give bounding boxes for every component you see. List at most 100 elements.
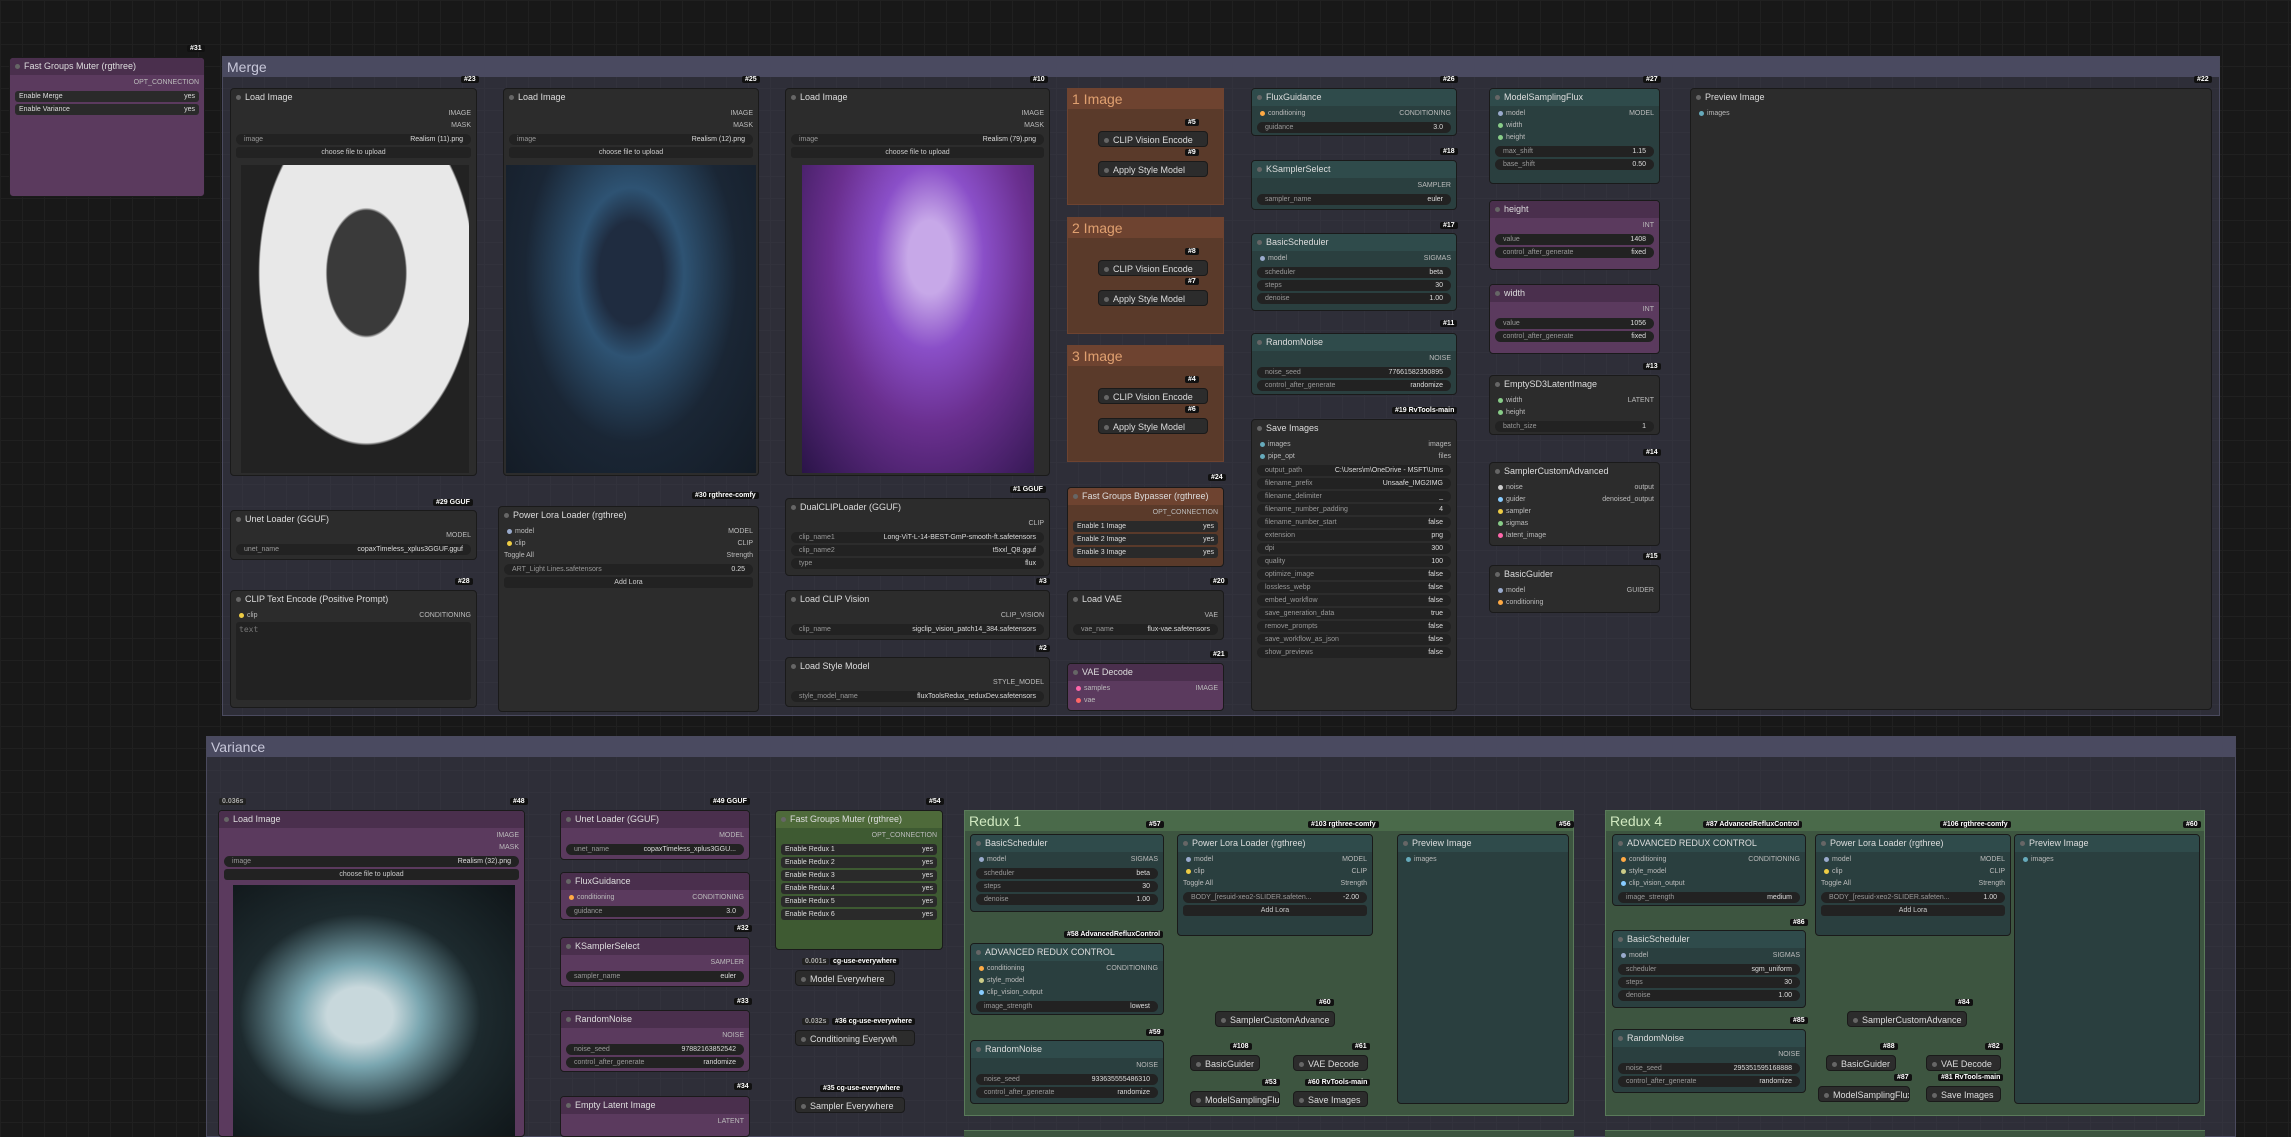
image-select[interactable]: image Realism (32).png <box>224 856 519 867</box>
control-after-generate-select[interactable]: control_after_generate randomize <box>566 1057 744 1068</box>
ksampler-select-node[interactable]: KSamplerSelect SAMPLER sampler_name euler <box>1251 160 1457 210</box>
node-title[interactable]: DualCLIPLoader (GGUF) <box>786 499 1049 516</box>
node-title[interactable]: Preview Image <box>2015 835 2199 852</box>
clip-name1-select[interactable]: clip_name1 Long-ViT-L-14-BEST-GmP-smooth-… <box>791 532 1044 543</box>
node-title[interactable]: CLIP Text Encode (Positive Prompt) <box>231 591 476 608</box>
variance-empty-latent-image-node[interactable]: Empty Latent Image LATENT <box>560 1096 750 1137</box>
group-title[interactable]: Redux 4 <box>1606 811 2204 831</box>
save-setting-row[interactable]: quality 100 <box>1257 556 1451 567</box>
node-title[interactable]: Load Image <box>219 811 524 828</box>
node-title[interactable]: BasicScheduler <box>1613 931 1805 948</box>
load-image-node-1[interactable]: Load Image IMAGE MASK image Realism (11).… <box>230 88 477 476</box>
node-title[interactable]: Load Image <box>504 89 758 106</box>
load-image-node-3[interactable]: Load Image IMAGE MASK image Realism (79).… <box>785 88 1050 476</box>
guidance-input[interactable]: guidance 3.0 <box>566 906 744 917</box>
save-setting-row[interactable]: save_workflow_as_json false <box>1257 634 1451 645</box>
group-redux-partial-left[interactable] <box>964 1130 1574 1137</box>
clip-vision-select[interactable]: clip_name sigclip_vision_patch14_384.safe… <box>791 624 1044 635</box>
toggle-enable-2-image[interactable]: Enable 2 Image yes <box>1073 534 1218 545</box>
model-everywhere-node[interactable]: Model Everywhere <box>795 970 895 986</box>
clip-text-encode-node[interactable]: CLIP Text Encode (Positive Prompt) clip C… <box>230 590 477 708</box>
scheduler-select[interactable]: scheduler beta <box>1257 267 1451 278</box>
redux1-power-lora-loader-node[interactable]: Power Lora Loader (rgthree) model MODEL c… <box>1177 834 1373 936</box>
batch-size-input[interactable]: batch_size 1 <box>1495 421 1654 432</box>
upload-button[interactable]: choose file to upload <box>224 869 519 880</box>
node-title[interactable]: BasicGuider <box>1490 566 1659 583</box>
load-style-model-node[interactable]: Load Style Model STYLE_MODEL style_model… <box>785 657 1050 707</box>
vae-name-select[interactable]: vae_name flux-vae.safetensors <box>1073 624 1218 635</box>
empty-sd3-latent-image-node[interactable]: EmptySD3LatentImage width LATENT height b… <box>1489 375 1660 435</box>
redux4-save-images-node[interactable]: Save Images <box>1926 1086 2001 1102</box>
node-title[interactable]: ModelSamplingFlux <box>1490 89 1659 106</box>
conditioning-everywhere-node[interactable]: Conditioning Everywh <box>795 1030 915 1046</box>
group-title[interactable]: Variance <box>207 737 2235 757</box>
load-vae-node[interactable]: Load VAE VAE vae_name flux-vae.safetensor… <box>1067 590 1224 640</box>
save-setting-row[interactable]: save_generation_data true <box>1257 608 1451 619</box>
redux4-preview-image-node[interactable]: Preview Image images <box>2014 834 2200 1104</box>
sampler-select[interactable]: sampler_name euler <box>566 971 744 982</box>
noise-seed-input[interactable]: noise_seed 933635555486310 <box>976 1074 1158 1085</box>
clip-vision-encode-node[interactable]: CLIP Vision Encode <box>1098 388 1208 404</box>
node-title[interactable]: ADVANCED REDUX CONTROL <box>1613 835 1805 852</box>
group-redux-partial-right[interactable] <box>1605 1130 2205 1137</box>
variance-load-image-node[interactable]: Load Image IMAGE MASK image Realism (32).… <box>218 810 525 1137</box>
load-clip-vision-node[interactable]: Load CLIP Vision CLIP_VISION clip_name si… <box>785 590 1050 640</box>
upload-button[interactable]: choose file to upload <box>236 147 471 158</box>
save-images-node[interactable]: Save Images images images pipe_opt files o… <box>1251 419 1457 711</box>
node-title[interactable]: RandomNoise <box>561 1011 749 1028</box>
redux4-advanced-redux-control-node[interactable]: ADVANCED REDUX CONTROL conditioning CONDI… <box>1612 834 1806 906</box>
node-title[interactable]: FluxGuidance <box>1252 89 1456 106</box>
basic-scheduler-node[interactable]: BasicScheduler model SIGMAS scheduler beta… <box>1251 233 1457 311</box>
image-select[interactable]: image Realism (11).png <box>236 134 471 145</box>
node-title[interactable]: KSamplerSelect <box>1252 161 1456 178</box>
node-title[interactable]: Save Images <box>1252 420 1456 437</box>
redux1-basic-guider-node[interactable]: BasicGuider <box>1190 1055 1260 1071</box>
save-setting-row[interactable]: filename_prefix Unsaafe_IMG2IMG <box>1257 478 1451 489</box>
node-title[interactable]: RandomNoise <box>1613 1030 1805 1047</box>
node-title[interactable]: BasicScheduler <box>971 835 1163 852</box>
group-1-image[interactable]: 1 Image CLIP Vision Encode Apply Style M… <box>1067 88 1224 205</box>
group-title[interactable]: Merge <box>223 57 2219 77</box>
node-title[interactable]: BasicScheduler <box>1252 234 1456 251</box>
save-setting-row[interactable]: embed_workflow false <box>1257 595 1451 606</box>
toggle-enable-redux-6[interactable]: Enable Redux 6 yes <box>781 909 937 920</box>
redux1-advanced-redux-control-node[interactable]: ADVANCED REDUX CONTROL conditioning CONDI… <box>970 943 1164 1015</box>
add-lora-button[interactable]: Add Lora <box>1183 905 1367 916</box>
node-title[interactable]: Unet Loader (GGUF) <box>561 811 749 828</box>
group-3-image[interactable]: 3 Image CLIP Vision Encode Apply Style M… <box>1067 345 1224 462</box>
unet-loader-node[interactable]: Unet Loader (GGUF) MODEL unet_name copaxT… <box>230 510 477 560</box>
node-title[interactable]: Empty Latent Image <box>561 1097 749 1114</box>
noise-seed-input[interactable]: noise_seed 295351595168888 <box>1618 1063 1800 1074</box>
redux1-model-sampling-flux-node[interactable]: ModelSamplingFlux <box>1190 1091 1280 1107</box>
scheduler-select[interactable]: scheduler beta <box>976 868 1158 879</box>
group-title[interactable]: 2 Image <box>1068 218 1223 238</box>
random-noise-node[interactable]: RandomNoise NOISE noise_seed 776615823508… <box>1251 333 1457 395</box>
save-setting-row[interactable]: extension png <box>1257 530 1451 541</box>
control-after-generate-select[interactable]: control_after_generate randomize <box>1618 1076 1800 1087</box>
max-shift-input[interactable]: max_shift 1.15 <box>1495 146 1654 157</box>
node-title[interactable]: Fast Groups Bypasser (rgthree) <box>1068 488 1223 505</box>
node-title[interactable]: Fast Groups Muter (rgthree) <box>10 58 204 75</box>
toggle-enable-redux-2[interactable]: Enable Redux 2 yes <box>781 857 937 868</box>
image-strength-select[interactable]: image_strength lowest <box>976 1001 1158 1012</box>
width-control-select[interactable]: control_after_generate fixed <box>1495 331 1654 342</box>
noise-seed-input[interactable]: noise_seed 776615823508​95 <box>1257 367 1451 378</box>
save-setting-row[interactable]: lossless_webp false <box>1257 582 1451 593</box>
guidance-input[interactable]: guidance 3.0 <box>1257 122 1451 133</box>
variance-ksampler-select-node[interactable]: KSamplerSelect SAMPLER sampler_name euler <box>560 937 750 987</box>
variance-flux-guidance-node[interactable]: FluxGuidance conditioning CONDITIONING gu… <box>560 872 750 920</box>
apply-style-model-node[interactable]: Apply Style Model <box>1098 290 1208 306</box>
node-title[interactable]: Fast Groups Muter (rgthree) <box>776 811 942 828</box>
save-setting-row[interactable]: filename_number_padding 4 <box>1257 504 1451 515</box>
denoise-input[interactable]: denoise 1.00 <box>1618 990 1800 1001</box>
redux1-save-images-node[interactable]: Save Images <box>1293 1091 1368 1107</box>
node-title[interactable]: Preview Image <box>1398 835 1568 852</box>
node-title[interactable]: Preview Image <box>1691 89 2211 106</box>
prompt-textarea[interactable]: text <box>236 622 471 700</box>
redux4-basic-guider-node[interactable]: BasicGuider <box>1826 1055 1896 1071</box>
clip-vision-encode-node[interactable]: CLIP Vision Encode <box>1098 260 1208 276</box>
save-setting-row[interactable]: filename_delimiter _ <box>1257 491 1451 502</box>
toggle-enable-redux-3[interactable]: Enable Redux 3 yes <box>781 870 937 881</box>
node-title[interactable]: Load Image <box>231 89 476 106</box>
toggle-enable-redux-5[interactable]: Enable Redux 5 yes <box>781 896 937 907</box>
